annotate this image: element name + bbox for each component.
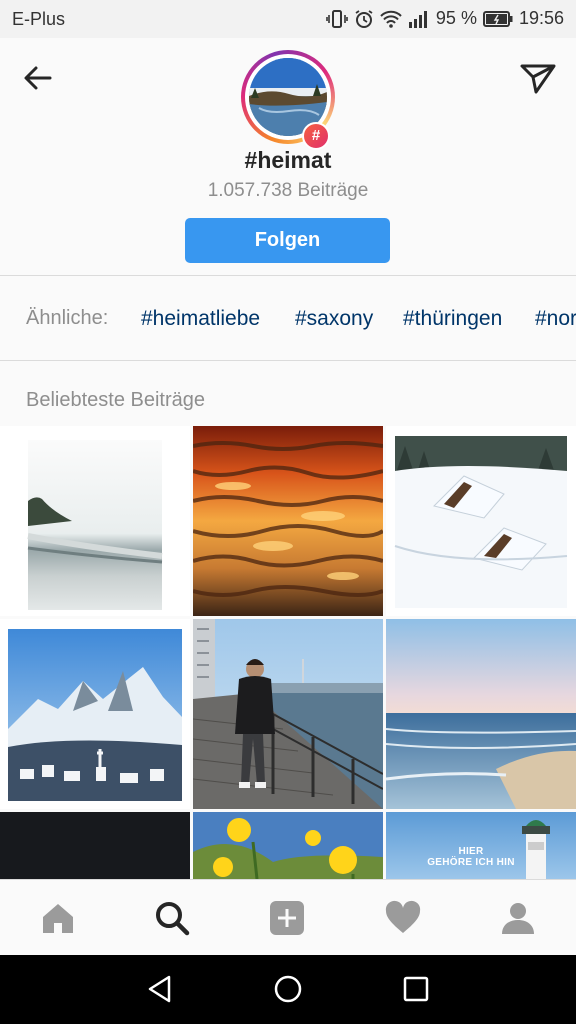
clock: 19:56 [518, 8, 564, 28]
post-overlay-text: HIER GEHÖRE ICH HIN [427, 846, 515, 868]
post-image [193, 812, 383, 879]
related-hashtags: Ähnliche: #heimatliebe #saxony #thüringe… [0, 277, 576, 361]
hashtag-header: # #heimat 1.057.738 Beiträge Folgen [0, 38, 576, 276]
activity-heart-icon[interactable] [385, 900, 421, 936]
profile-icon[interactable] [500, 900, 536, 936]
home-icon[interactable] [40, 900, 76, 936]
related-label: Ähnliche: [26, 307, 109, 329]
related-tag-heimatliebe[interactable]: #heimatliebe [141, 307, 260, 331]
alarm-icon [355, 9, 373, 28]
top-posts-title: Beliebteste Beiträge [26, 389, 206, 411]
post-image [386, 619, 576, 809]
post-tile[interactable] [0, 619, 190, 809]
status-icons: 95 % 19:56 [326, 8, 564, 29]
screen: E-Plus 95 % 19:56 # #heimat 1.057.738 Be… [0, 0, 576, 1024]
post-tile[interactable]: HIER GEHÖRE ICH HIN [386, 812, 576, 879]
signal-icon [408, 10, 427, 28]
post-tile[interactable] [193, 426, 383, 616]
recents-square-icon[interactable] [400, 973, 432, 1005]
bottom-navigation [0, 879, 576, 955]
post-tile[interactable] [0, 426, 190, 616]
post-tile[interactable] [193, 619, 383, 809]
battery-icon [482, 10, 513, 27]
battery-percent: 95 % [435, 8, 477, 28]
back-triangle-icon[interactable] [144, 973, 176, 1005]
post-image [193, 619, 383, 809]
follow-button[interactable]: Folgen [185, 218, 390, 263]
home-circle-icon[interactable] [272, 973, 304, 1005]
hashtag-title: #heimat [244, 147, 332, 173]
wifi-icon [380, 10, 402, 28]
post-tile[interactable] [386, 426, 576, 616]
post-image [0, 619, 190, 809]
hashtag-badge: # [302, 122, 330, 150]
search-icon[interactable] [154, 900, 190, 936]
post-image [386, 426, 576, 616]
post-image [193, 426, 383, 616]
related-tag-saxony[interactable]: #saxony [295, 307, 373, 331]
carrier-label: E-Plus [12, 9, 66, 29]
add-post-icon[interactable] [269, 900, 305, 936]
post-count: 1.057.738 Beiträge [207, 180, 369, 201]
related-tag-nor[interactable]: #nor [535, 307, 576, 331]
post-tile[interactable] [386, 619, 576, 809]
android-navigation-bar [0, 955, 576, 1024]
post-tile[interactable] [193, 812, 383, 879]
vibrate-icon [326, 9, 348, 28]
post-tile[interactable] [0, 812, 190, 879]
back-arrow-icon[interactable] [20, 60, 56, 96]
related-tag-thueringen[interactable]: #thüringen [403, 307, 502, 331]
share-direct-icon[interactable] [518, 58, 558, 98]
post-image [0, 426, 190, 616]
status-bar: E-Plus 95 % 19:56 [0, 0, 576, 38]
